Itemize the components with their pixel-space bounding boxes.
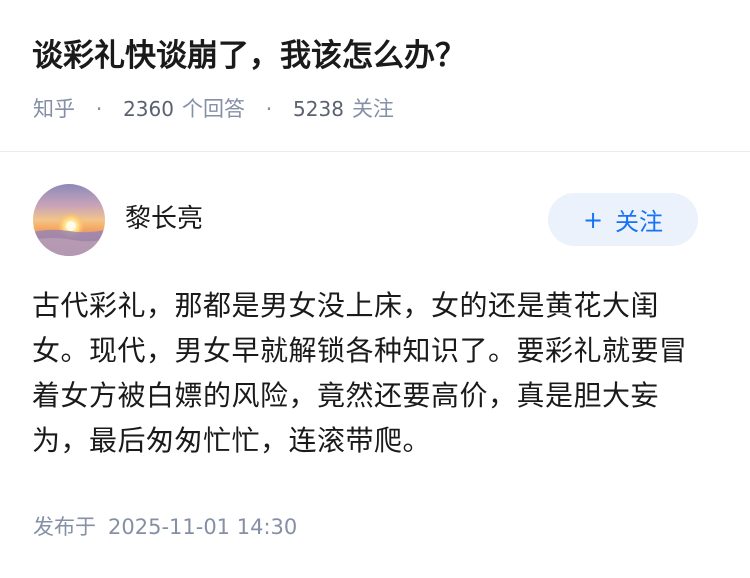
publish-info: 发布于 2025-11-01 14:30 [33,510,297,544]
question-title[interactable]: 谈彩礼快谈崩了，我该怎么办？ [32,34,466,78]
follow-button-label: 关注 [615,208,664,236]
follower-count: 5238 [293,97,344,121]
question-header: 谈彩礼快谈崩了，我该怎么办？ 知乎 · 2360 个回答 · 5238 关注 [0,0,750,152]
author-name[interactable]: 黎长亮 [125,201,203,237]
meta-separator: · [95,97,103,121]
sunset-avatar-image [33,184,105,256]
publish-time: 2025-11-01 14:30 [108,515,298,539]
author-avatar[interactable] [33,184,105,256]
follower-count-unit: 关注 [351,97,394,121]
answer-count: 2360 [123,97,174,121]
meta-separator: · [265,97,273,121]
plus-icon: + [582,205,604,234]
publish-label: 发布于 [33,515,96,539]
source-label[interactable]: 知乎 [33,97,75,121]
answer-content: 古代彩礼，那都是男女没上床，女的还是黄花大闺女。现代，男女早就解锁各种知识了。要… [32,289,688,457]
follow-button[interactable]: + 关注 [548,193,698,246]
question-meta: 知乎 · 2360 个回答 · 5238 关注 [33,92,394,126]
answer-count-unit: 个回答 [181,97,245,121]
